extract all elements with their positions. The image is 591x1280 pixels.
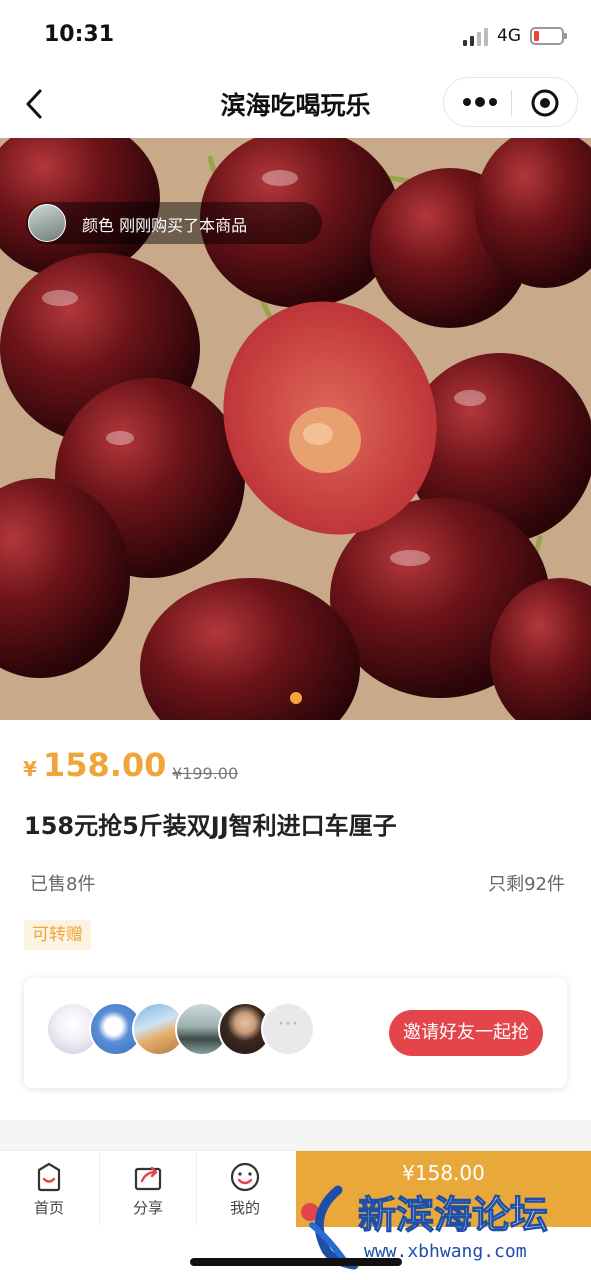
target-close-icon xyxy=(531,89,559,117)
carousel-indicator-dot xyxy=(290,692,302,704)
avatar xyxy=(28,204,66,242)
tab-profile[interactable]: 我的 xyxy=(196,1151,294,1227)
tab-home[interactable]: 首页 xyxy=(0,1151,98,1227)
more-options-button[interactable] xyxy=(460,90,500,114)
product-image-carousel[interactable]: 颜色 刚刚购买了本商品 xyxy=(0,138,591,720)
share-icon xyxy=(134,1166,162,1191)
giftable-badge: 可转赠 xyxy=(24,920,91,950)
tab-label: 分享 xyxy=(132,1199,163,1217)
currency-symbol: ¥ xyxy=(23,757,37,781)
remaining-stock: 只剩92件 xyxy=(488,874,565,895)
forum-logo: 新滨海论坛 www.xbhwang.com xyxy=(301,1185,549,1270)
signal-icon xyxy=(463,28,491,46)
tab-label: 首页 xyxy=(33,1199,64,1217)
group-buy-card: ··· 邀请好友一起抢 xyxy=(24,978,567,1088)
recent-purchase-toast: 颜色 刚刚购买了本商品 xyxy=(26,202,322,244)
battery-icon xyxy=(530,27,567,45)
toast-text: 颜色 刚刚购买了本商品 xyxy=(82,216,248,235)
nav-bar: 滨海吃喝玩乐 xyxy=(0,70,591,138)
more-dots-icon xyxy=(463,97,497,107)
home-icon xyxy=(37,1162,61,1192)
more-buyers-indicator: ··· xyxy=(261,1002,315,1056)
home-indicator xyxy=(190,1258,402,1266)
network-type: 4G xyxy=(497,26,521,46)
original-price: ¥199.00 xyxy=(172,764,239,783)
capsule-divider xyxy=(511,90,512,116)
tab-label: 我的 xyxy=(229,1199,260,1217)
price: ¥158.00 xyxy=(23,746,166,784)
sold-count: 已售8件 xyxy=(30,874,96,895)
product-info: ¥158.00 ¥199.00 158元抢5斤装双JJ智利进口车厘子 已售8件 … xyxy=(0,720,591,1120)
mini-program-capsule xyxy=(443,77,578,127)
close-mini-program-button[interactable] xyxy=(530,88,560,118)
forum-watermark: 新滨海论坛 www.xbhwang.com xyxy=(298,1170,591,1270)
product-title: 158元抢5斤装双JJ智利进口车厘子 xyxy=(24,812,397,840)
more-dots: ··· xyxy=(277,1012,299,1037)
profile-icon xyxy=(230,1162,260,1192)
invite-friends-button[interactable]: 邀请好友一起抢 xyxy=(389,1010,543,1056)
status-time: 10:31 xyxy=(44,22,115,47)
tab-share[interactable]: 分享 xyxy=(99,1151,197,1227)
status-bar: 10:31 4G xyxy=(0,0,591,70)
watermark-title: 新滨海论坛 xyxy=(358,1193,548,1237)
price-value: 158.00 xyxy=(42,746,167,784)
